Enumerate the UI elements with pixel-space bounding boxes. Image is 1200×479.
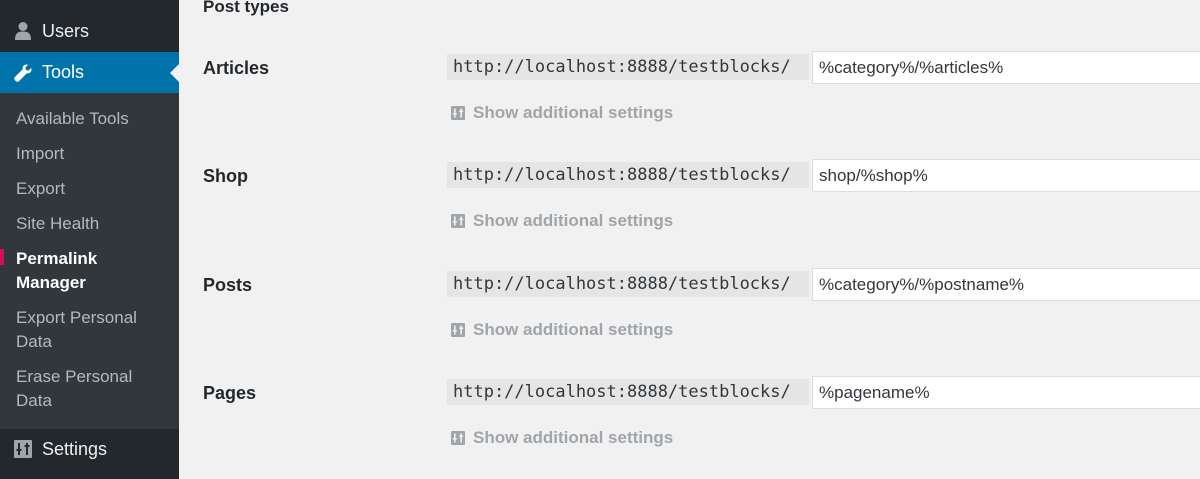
- permalink-input-pages[interactable]: [812, 376, 1200, 409]
- wrench-icon: [12, 62, 34, 84]
- sidebar-bottom: [0, 469, 179, 479]
- active-marker: [0, 249, 4, 265]
- url-prefix: http://localhost:8888/testblocks/: [447, 379, 809, 405]
- sliders-icon: [12, 438, 34, 460]
- menu-item-users[interactable]: Users: [0, 11, 179, 51]
- row-label-posts: Posts: [203, 275, 253, 295]
- show-additional-settings-label: Show additional settings: [473, 320, 674, 339]
- url-prefix: http://localhost:8888/testblocks/: [447, 162, 809, 188]
- settings-toggle-icon: [451, 214, 465, 228]
- row-label-articles: Articles: [203, 58, 270, 78]
- submenu-item-export[interactable]: Export: [16, 177, 171, 201]
- show-additional-settings-toggle[interactable]: Show additional settings: [451, 318, 673, 342]
- row-label-shop: Shop: [203, 166, 248, 186]
- menu-item-settings[interactable]: Settings: [0, 429, 179, 469]
- main-content: Post types Articles http://localhost:888…: [179, 0, 1200, 479]
- row-label-pages: Pages: [203, 383, 257, 403]
- url-prefix: http://localhost:8888/testblocks/: [447, 54, 809, 80]
- menu-item-settings-label: Settings: [42, 438, 108, 459]
- submenu-item-import[interactable]: Import: [16, 142, 171, 166]
- admin-sidebar: Users Tools Available Tools Import Expor…: [0, 0, 179, 479]
- menu-item-tools-label: Tools: [42, 62, 85, 82]
- permalink-input-shop[interactable]: [812, 159, 1200, 192]
- show-additional-settings-label: Show additional settings: [473, 211, 674, 230]
- show-additional-settings-toggle[interactable]: Show additional settings: [451, 101, 673, 125]
- submenu-item-site-health[interactable]: Site Health: [16, 212, 171, 236]
- menu-item-tools[interactable]: Tools: [0, 52, 179, 93]
- tools-submenu: Available Tools Import Export Site Healt…: [0, 93, 179, 429]
- submenu-item-export-personal-data[interactable]: Export Personal Data: [16, 306, 171, 354]
- settings-toggle-icon: [451, 323, 465, 337]
- user-icon: [12, 20, 34, 42]
- section-title: Post types: [203, 0, 289, 16]
- permalink-input-articles[interactable]: [812, 51, 1200, 84]
- permalink-input-posts[interactable]: [812, 268, 1200, 301]
- show-additional-settings-label: Show additional settings: [473, 103, 674, 122]
- url-prefix: http://localhost:8888/testblocks/: [447, 271, 809, 297]
- settings-toggle-icon: [451, 431, 465, 445]
- menu-item-users-label: Users: [42, 20, 90, 41]
- submenu-item-available-tools[interactable]: Available Tools: [16, 107, 171, 131]
- show-additional-settings-label: Show additional settings: [473, 428, 674, 447]
- submenu-item-erase-personal-data[interactable]: Erase Personal Data: [16, 365, 171, 413]
- submenu-item-permalink-manager[interactable]: Permalink Manager: [16, 247, 171, 295]
- show-additional-settings-toggle[interactable]: Show additional settings: [451, 209, 673, 233]
- settings-toggle-icon: [451, 106, 465, 120]
- show-additional-settings-toggle[interactable]: Show additional settings: [451, 426, 673, 450]
